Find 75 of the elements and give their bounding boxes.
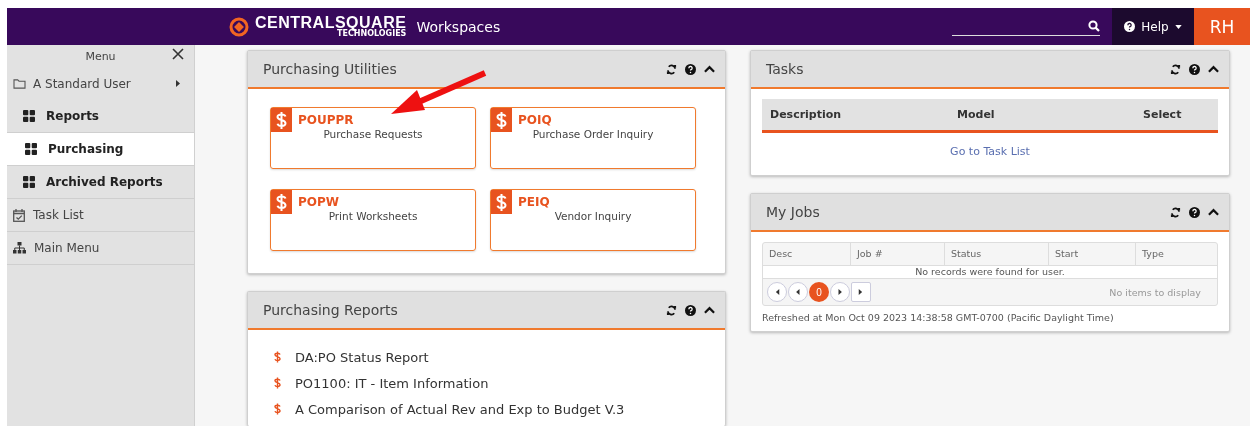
tile-code: POUPPR <box>298 113 354 127</box>
dollar-icon <box>491 108 512 132</box>
search-field[interactable] <box>952 17 1100 36</box>
calendar-check-icon <box>13 208 25 222</box>
dollar-icon <box>274 403 281 415</box>
dollar-icon <box>271 108 292 132</box>
grid-icon <box>23 110 35 122</box>
task-list-link[interactable]: Go to Task List <box>950 145 1030 158</box>
report-link[interactable]: A Comparison of Actual Rev and Exp to Budget V.3 <box>295 401 625 417</box>
triangle-left-icon <box>795 289 801 295</box>
next-page-button[interactable] <box>830 282 850 302</box>
caret-right-icon <box>176 80 180 87</box>
empty-message: No records were found for user. <box>763 265 1217 279</box>
folder-icon <box>13 78 26 89</box>
report-link[interactable]: DA:PO Status Report <box>295 349 429 365</box>
brand-tagline: TECHNOLOGIES <box>337 30 407 38</box>
tile-code: POPW <box>298 195 340 209</box>
collapse-icon[interactable] <box>1208 65 1219 73</box>
app-tile[interactable]: PEIQ Vendor Inquiry <box>490 189 696 251</box>
panel-title: Purchasing Utilities <box>263 61 397 77</box>
dollar-icon <box>274 351 281 363</box>
collapse-icon[interactable] <box>704 65 715 73</box>
tile-code: POIQ <box>518 113 552 127</box>
page-button[interactable]: 0 <box>809 282 829 302</box>
app-tile[interactable]: POIQ Purchase Order Inquiry <box>490 107 696 169</box>
brand-name: CENTRALSQUARE <box>255 15 407 30</box>
column-header: Desc <box>768 247 794 261</box>
refresh-icon[interactable] <box>1170 206 1181 218</box>
user-avatar-button[interactable]: RH <box>1194 8 1250 45</box>
caret-icon <box>1174 24 1182 29</box>
grid-icon <box>23 176 35 188</box>
help-icon[interactable] <box>685 304 696 316</box>
dollar-icon <box>271 190 292 214</box>
sidebar-item[interactable]: Task List <box>7 199 194 232</box>
help-icon[interactable] <box>1189 206 1200 218</box>
close-button[interactable] <box>172 48 184 60</box>
refresh-icon[interactable] <box>666 304 677 316</box>
grid-icon <box>25 143 37 155</box>
tile-label: Print Worksheets <box>327 210 419 222</box>
tile-label: Purchase Requests <box>322 128 424 140</box>
dollar-icon <box>491 190 512 214</box>
tile-label: Vendor Inquiry <box>553 210 633 222</box>
column-header: Description <box>770 108 843 121</box>
help-icon <box>1124 21 1136 32</box>
panel-title: My Jobs <box>766 204 820 220</box>
refresh-icon[interactable] <box>666 63 677 75</box>
menu-title: Menu <box>85 49 116 63</box>
sitemap-icon <box>13 242 26 254</box>
column-header: Select <box>1143 108 1182 121</box>
close-icon <box>172 48 184 60</box>
pager-info: No items to display <box>1109 286 1201 298</box>
collapse-icon[interactable] <box>1208 208 1219 216</box>
report-link[interactable]: PO1100: IT - Item Information <box>295 375 489 391</box>
app-tile[interactable]: POPW Print Worksheets <box>270 189 476 251</box>
refresh-time: Refreshed at Mon Oct 09 2023 14:38:58 GMT-0700 (Pacific Daylight Time) <box>762 311 1115 323</box>
search-icon <box>1088 20 1100 32</box>
collapse-icon[interactable] <box>704 306 715 314</box>
tile-label: Purchase Order Inquiry <box>531 128 655 140</box>
previous-page-button[interactable] <box>788 282 808 302</box>
triangle-right-icon <box>837 289 843 295</box>
dollar-icon <box>274 377 281 389</box>
sidebar-item[interactable]: Purchasing <box>7 133 194 166</box>
logo-icon <box>229 16 249 37</box>
help-icon[interactable] <box>1189 63 1200 75</box>
sidebar-item[interactable]: A Standard User <box>7 67 194 100</box>
help-icon[interactable] <box>685 63 696 75</box>
column-header: Model <box>957 108 996 121</box>
help-menu-button[interactable]: Help <box>1112 8 1194 45</box>
sidebar-item[interactable]: Main Menu <box>7 232 194 265</box>
sidebar-item[interactable]: Archived Reports <box>7 166 194 199</box>
app-title: Workspaces <box>416 18 501 35</box>
tile-code: PEIQ <box>518 195 550 209</box>
panel-title: Tasks <box>766 61 804 77</box>
panel-title: Purchasing Reports <box>263 302 398 318</box>
refresh-icon[interactable] <box>1170 63 1181 75</box>
